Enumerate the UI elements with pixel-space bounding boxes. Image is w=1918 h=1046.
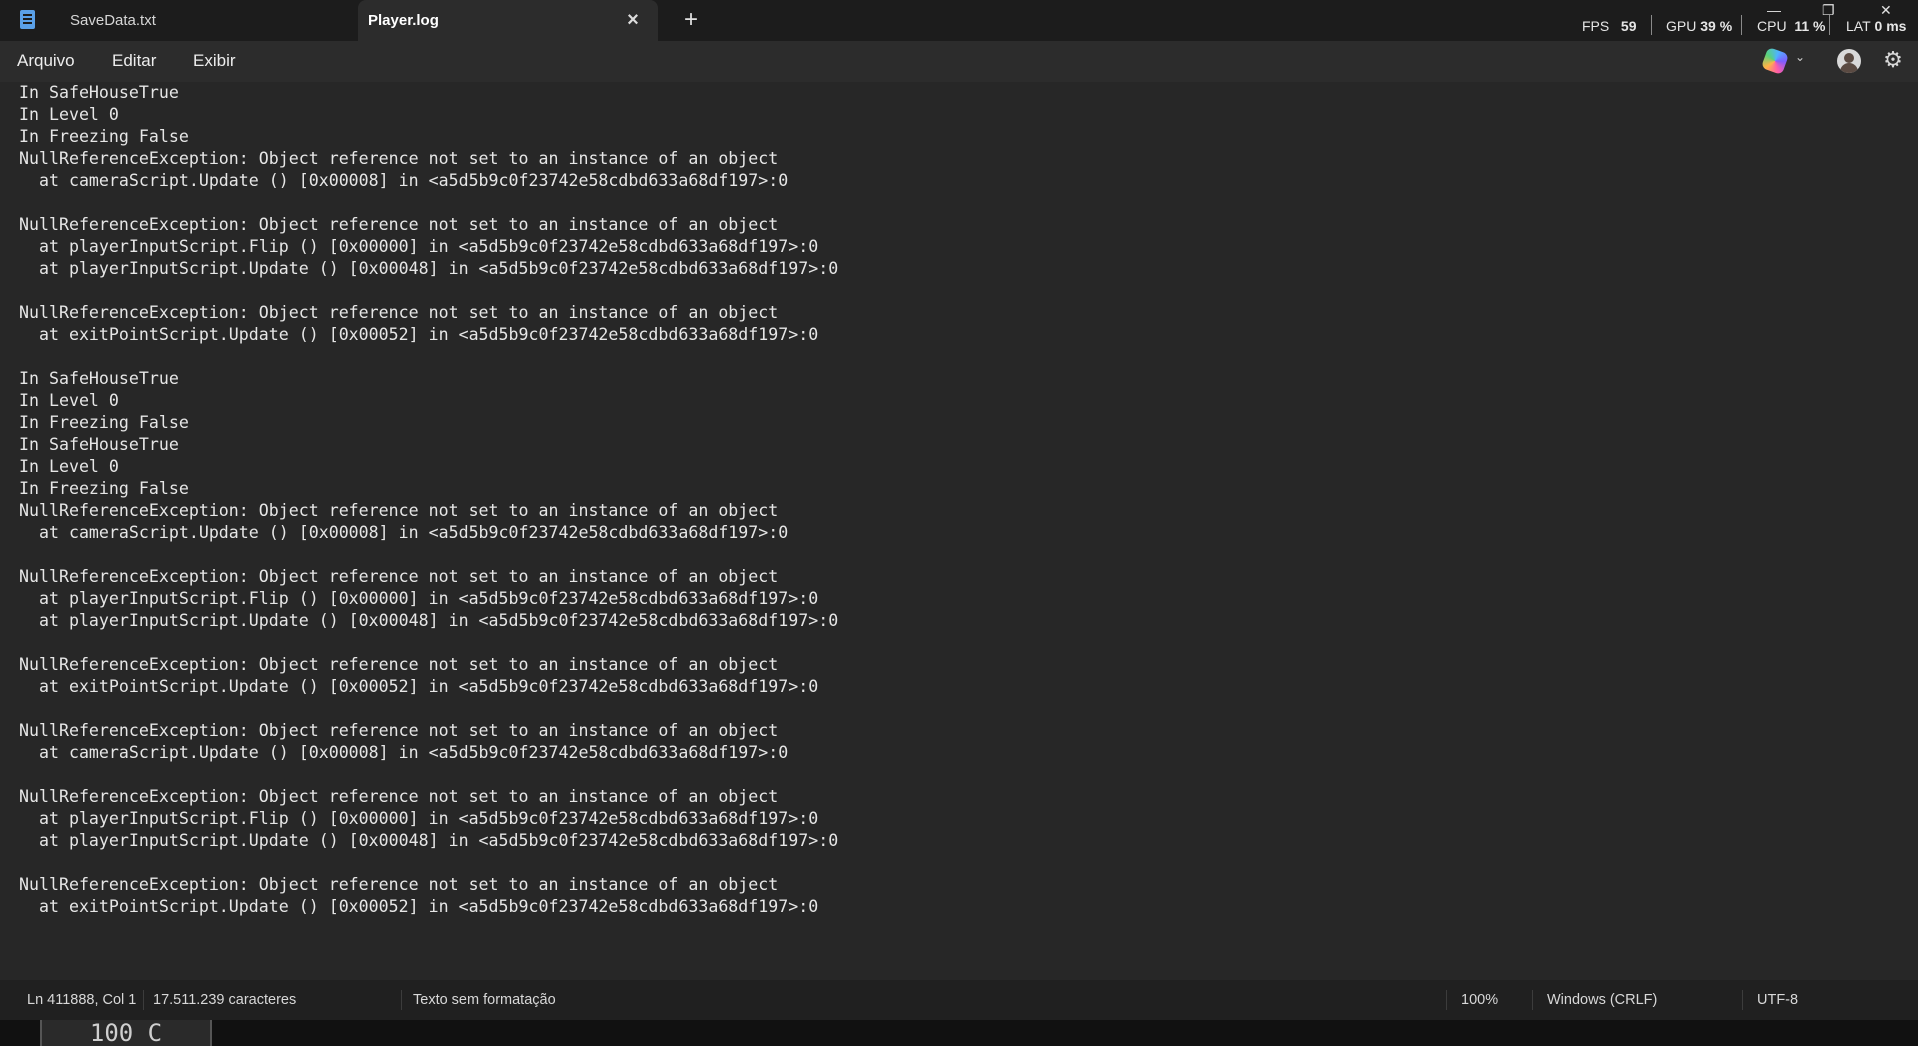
text-editor[interactable]: In SafeHouseTrue In Level 0 In Freezing Fa… — [0, 82, 1908, 980]
notepad-icon — [20, 10, 35, 29]
divider — [1651, 15, 1652, 35]
latency-readout: LAT 0 ms — [1846, 18, 1907, 34]
editor-line[interactable] — [19, 764, 838, 786]
editor-line[interactable]: at exitPointScript.Update () [0x00052] i… — [19, 676, 838, 698]
cursor-position[interactable]: Ln 411888, Col 1 — [27, 992, 136, 1008]
maximize-icon[interactable]: ❐ — [1822, 2, 1835, 19]
fps-readout: FPS 59 — [1582, 18, 1637, 34]
format-mode[interactable]: Texto sem formatação — [413, 992, 556, 1008]
editor-line[interactable]: NullReferenceException: Object reference… — [19, 874, 838, 896]
gpu-readout: GPU 39 % — [1666, 18, 1733, 34]
editor-line[interactable]: In Freezing False — [19, 478, 838, 500]
editor-line[interactable] — [19, 280, 838, 302]
editor-line[interactable]: at playerInputScript.Flip () [0x00000] i… — [19, 236, 838, 258]
editor-line[interactable] — [19, 192, 838, 214]
window-close-icon[interactable]: ✕ — [1880, 2, 1892, 19]
editor-line[interactable]: NullReferenceException: Object reference… — [19, 654, 838, 676]
divider — [401, 990, 402, 1010]
editor-line[interactable]: at exitPointScript.Update () [0x00052] i… — [19, 896, 838, 918]
divider — [1446, 990, 1447, 1010]
editor-line[interactable]: In Freezing False — [19, 412, 838, 434]
editor-line[interactable]: at playerInputScript.Update () [0x00048]… — [19, 830, 838, 852]
cpu-readout: CPU 11 % — [1757, 18, 1826, 34]
background-fragment: 100 C — [40, 1020, 212, 1046]
editor-line[interactable] — [19, 544, 838, 566]
editor-line[interactable]: NullReferenceException: Object reference… — [19, 720, 838, 742]
editor-line[interactable]: NullReferenceException: Object reference… — [19, 566, 838, 588]
divider — [1741, 15, 1742, 35]
editor-line[interactable]: at exitPointScript.Update () [0x00052] i… — [19, 324, 838, 346]
divider — [1742, 990, 1743, 1010]
editor-line[interactable]: at playerInputScript.Update () [0x00048]… — [19, 610, 838, 632]
character-count: 17.511.239 caracteres — [153, 992, 297, 1008]
editor-line[interactable]: at cameraScript.Update () [0x00008] in <… — [19, 522, 838, 544]
editor-line[interactable]: at cameraScript.Update () [0x00008] in <… — [19, 742, 838, 764]
tab-label: Player.log — [368, 12, 439, 29]
close-icon[interactable]: × — [624, 10, 642, 30]
editor-line[interactable] — [19, 852, 838, 874]
avatar[interactable] — [1837, 49, 1861, 73]
background-window: 100 C — [0, 1020, 1918, 1046]
divider — [143, 990, 144, 1010]
editor-line[interactable]: NullReferenceException: Object reference… — [19, 148, 838, 170]
editor-line[interactable]: In SafeHouseTrue — [19, 434, 838, 456]
editor-line[interactable]: In Level 0 — [19, 456, 838, 478]
editor-line[interactable]: In Level 0 — [19, 104, 838, 126]
editor-line[interactable]: NullReferenceException: Object reference… — [19, 302, 838, 324]
tab-savedata[interactable]: SaveData.txt — [50, 0, 356, 41]
editor-line[interactable] — [19, 346, 838, 368]
menu-file[interactable]: Arquivo — [17, 51, 75, 71]
tab-player-log[interactable]: Player.log × — [358, 0, 658, 41]
editor-line[interactable]: In Freezing False — [19, 126, 838, 148]
line-ending[interactable]: Windows (CRLF) — [1547, 992, 1657, 1008]
status-bar: Ln 411888, Col 1 17.511.239 caracteres T… — [0, 980, 1918, 1020]
editor-line[interactable]: NullReferenceException: Object reference… — [19, 214, 838, 236]
minimize-icon[interactable]: — — [1767, 2, 1781, 18]
menu-view[interactable]: Exibir — [193, 51, 236, 71]
editor-line[interactable]: In SafeHouseTrue — [19, 82, 838, 104]
editor-line[interactable]: In SafeHouseTrue — [19, 368, 838, 390]
menu-edit[interactable]: Editar — [112, 51, 156, 71]
menu-bar: Arquivo Editar Exibir — [0, 41, 1918, 82]
editor-line[interactable] — [19, 632, 838, 654]
editor-line[interactable]: In Level 0 — [19, 390, 838, 412]
new-tab-button[interactable]: + — [680, 8, 702, 32]
editor-line[interactable]: at cameraScript.Update () [0x00008] in <… — [19, 170, 838, 192]
divider — [1532, 990, 1533, 1010]
chevron-down-icon[interactable]: ⌄ — [1795, 50, 1807, 66]
gear-icon[interactable]: ⚙ — [1881, 48, 1905, 72]
title-bar: SaveData.txt Player.log × + FPS 59 GPU 3… — [0, 0, 1918, 41]
editor-line[interactable]: at playerInputScript.Update () [0x00048]… — [19, 258, 838, 280]
encoding[interactable]: UTF-8 — [1757, 992, 1798, 1008]
editor-line[interactable]: NullReferenceException: Object reference… — [19, 500, 838, 522]
zoom-level[interactable]: 100% — [1461, 992, 1498, 1008]
tab-label: SaveData.txt — [70, 12, 156, 29]
editor-line[interactable]: NullReferenceException: Object reference… — [19, 786, 838, 808]
editor-content[interactable]: In SafeHouseTrue In Level 0 In Freezing Fa… — [19, 82, 838, 918]
editor-line[interactable]: at playerInputScript.Flip () [0x00000] i… — [19, 588, 838, 610]
editor-line[interactable] — [19, 698, 838, 720]
editor-line[interactable]: at playerInputScript.Flip () [0x00000] i… — [19, 808, 838, 830]
